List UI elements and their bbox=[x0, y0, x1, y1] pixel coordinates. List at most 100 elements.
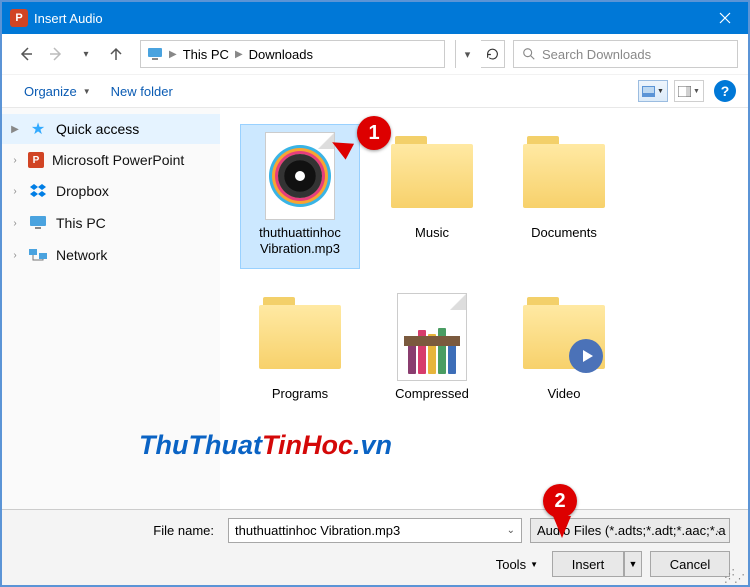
chevron-right-icon: ▶ bbox=[10, 124, 20, 135]
file-label: Compressed bbox=[395, 386, 469, 402]
new-folder-button[interactable]: New folder bbox=[101, 80, 183, 103]
sidebar-item-powerpoint[interactable]: › P Microsoft PowerPoint bbox=[2, 146, 220, 174]
forward-button[interactable] bbox=[42, 40, 70, 68]
file-label: thuthuattinhoc Vibration.mp3 bbox=[245, 225, 355, 258]
cancel-label: Cancel bbox=[670, 557, 710, 572]
recent-locations-button[interactable]: ▾ bbox=[72, 40, 100, 68]
chevron-down-icon: ▾ bbox=[465, 48, 471, 61]
insert-dropdown-button[interactable]: ▼ bbox=[624, 551, 642, 577]
chevron-right-icon: › bbox=[10, 186, 20, 197]
chevron-right-icon: ▶ bbox=[235, 49, 243, 60]
annotation-2: 2 bbox=[543, 484, 577, 518]
chevron-right-icon: › bbox=[10, 218, 20, 229]
search-placeholder: Search Downloads bbox=[542, 47, 651, 62]
close-icon bbox=[719, 12, 731, 24]
close-button[interactable] bbox=[702, 2, 748, 34]
organize-button[interactable]: Organize ▼ bbox=[14, 80, 101, 103]
chevron-down-icon: ▼ bbox=[693, 88, 700, 95]
file-grid[interactable]: thuthuattinhoc Vibration.mp3 Music Docum… bbox=[220, 108, 748, 509]
command-bar: Organize ▼ New folder ▼ ▼ ? bbox=[2, 74, 748, 108]
address-history-button[interactable]: ▾ bbox=[455, 40, 479, 68]
powerpoint-icon: P bbox=[28, 152, 44, 168]
annotation-1: 1 bbox=[357, 116, 391, 150]
monitor-icon bbox=[147, 46, 163, 62]
tools-button[interactable]: Tools ▼ bbox=[490, 553, 544, 576]
chevron-down-icon: ▼ bbox=[530, 560, 538, 569]
organize-label: Organize bbox=[24, 84, 77, 99]
sidebar-item-label: This PC bbox=[56, 215, 106, 231]
search-input[interactable]: Search Downloads bbox=[513, 40, 738, 68]
folder-icon bbox=[391, 144, 473, 208]
arrow-up-icon bbox=[108, 46, 124, 62]
search-icon bbox=[522, 47, 536, 61]
chevron-down-icon[interactable]: ⌄ bbox=[507, 525, 515, 536]
chevron-right-icon: › bbox=[10, 250, 20, 261]
bottom-panel: File name: thuthuattinhoc Vibration.mp3 … bbox=[2, 509, 748, 585]
sidebar-item-quick-access[interactable]: ▶ ★ Quick access bbox=[2, 114, 220, 144]
preview-pane-button[interactable]: ▼ bbox=[674, 80, 704, 102]
address-bar[interactable]: ▶ This PC ▶ Downloads bbox=[140, 40, 445, 68]
refresh-button[interactable] bbox=[481, 40, 505, 68]
insert-button[interactable]: Insert bbox=[552, 551, 624, 577]
sidebar-item-label: Microsoft PowerPoint bbox=[52, 152, 184, 168]
filename-value: thuthuattinhoc Vibration.mp3 bbox=[235, 523, 400, 538]
network-icon bbox=[28, 246, 48, 264]
navigation-row: ▾ ▶ This PC ▶ Downloads ▾ Search Downloa… bbox=[2, 34, 748, 74]
tools-label: Tools bbox=[496, 557, 526, 572]
folder-icon bbox=[259, 305, 341, 369]
star-icon: ★ bbox=[28, 120, 48, 138]
file-label: Music bbox=[415, 225, 449, 241]
chevron-down-icon: ▼ bbox=[629, 559, 638, 569]
main-area: ▶ ★ Quick access › P Microsoft PowerPoin… bbox=[2, 108, 748, 509]
file-label: Documents bbox=[531, 225, 597, 241]
chevron-right-icon: › bbox=[10, 155, 20, 166]
file-folder-documents[interactable]: Documents bbox=[504, 124, 624, 269]
file-folder-music[interactable]: Music bbox=[372, 124, 492, 269]
breadcrumb-downloads[interactable]: Downloads bbox=[249, 47, 313, 62]
sidebar: ▶ ★ Quick access › P Microsoft PowerPoin… bbox=[2, 108, 220, 509]
dropbox-icon bbox=[28, 182, 48, 200]
thumbnails-icon bbox=[642, 86, 655, 97]
sidebar-item-label: Dropbox bbox=[56, 183, 109, 199]
file-folder-programs[interactable]: Programs bbox=[240, 285, 360, 430]
titlebar: P Insert Audio bbox=[2, 2, 748, 34]
chevron-down-icon: ▼ bbox=[83, 87, 91, 96]
sidebar-item-dropbox[interactable]: › Dropbox bbox=[2, 176, 220, 206]
annotation-label: 1 bbox=[368, 122, 379, 145]
filename-input[interactable]: thuthuattinhoc Vibration.mp3 ⌄ bbox=[228, 518, 522, 543]
file-compressed[interactable]: Compressed bbox=[372, 285, 492, 430]
archive-file-icon bbox=[397, 293, 467, 381]
refresh-icon bbox=[486, 48, 499, 61]
chevron-down-icon: ▼ bbox=[657, 88, 664, 95]
resize-grip[interactable]: ⋰⋰⋰ bbox=[724, 572, 744, 582]
play-icon bbox=[569, 339, 603, 373]
cancel-button[interactable]: Cancel bbox=[650, 551, 730, 577]
sidebar-item-network[interactable]: › Network bbox=[2, 240, 220, 270]
monitor-icon bbox=[28, 214, 48, 232]
folder-icon bbox=[523, 305, 605, 369]
back-button[interactable] bbox=[12, 40, 40, 68]
chevron-down-icon: ▾ bbox=[83, 49, 88, 60]
new-folder-label: New folder bbox=[111, 84, 173, 99]
powerpoint-app-icon: P bbox=[10, 9, 28, 27]
window-title: Insert Audio bbox=[34, 11, 103, 26]
file-folder-video[interactable]: Video bbox=[504, 285, 624, 430]
folder-icon bbox=[523, 144, 605, 208]
up-button[interactable] bbox=[102, 40, 130, 68]
sidebar-item-label: Network bbox=[56, 247, 107, 263]
chevron-right-icon: ▶ bbox=[169, 49, 177, 60]
breadcrumb-this-pc[interactable]: This PC bbox=[183, 47, 229, 62]
sidebar-item-this-pc[interactable]: › This PC bbox=[2, 208, 220, 238]
help-button[interactable]: ? bbox=[714, 80, 736, 102]
annotation-label: 2 bbox=[554, 490, 565, 513]
sidebar-item-label: Quick access bbox=[56, 121, 139, 137]
view-mode-button[interactable]: ▼ bbox=[638, 80, 668, 102]
file-label: Programs bbox=[272, 386, 328, 402]
insert-label: Insert bbox=[572, 557, 605, 572]
filename-label: File name: bbox=[20, 523, 220, 538]
audio-file-icon bbox=[265, 132, 335, 220]
file-label: Video bbox=[547, 386, 580, 402]
insert-split-button: Insert ▼ bbox=[552, 551, 642, 577]
panel-icon bbox=[678, 86, 691, 97]
arrow-left-icon bbox=[18, 46, 34, 62]
